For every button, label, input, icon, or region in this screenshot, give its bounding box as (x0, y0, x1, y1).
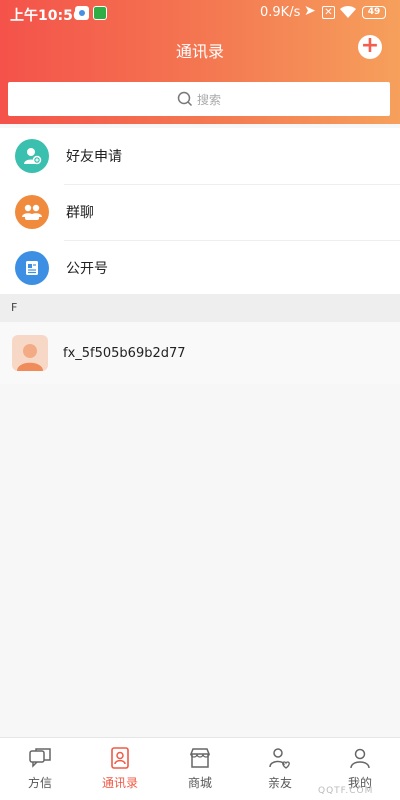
app-notification-icon (75, 6, 89, 20)
status-time: 上午10:56 (10, 8, 83, 24)
header: 上午10:56 0.9K/s ➤ ✕ 49 通讯录 + 搜索 (0, 0, 400, 124)
app-notification-icon-2 (93, 6, 107, 20)
chat-icon (29, 748, 51, 768)
tab-label: 通讯录 (101, 776, 138, 790)
menu-item-label: 公开号 (66, 261, 108, 277)
contact-row[interactable]: fx_5f505b69b2d77 (0, 322, 400, 384)
tab-label: 商城 (187, 776, 212, 790)
store-icon (189, 748, 211, 768)
relatives-icon (269, 748, 290, 769)
section-header: F (0, 294, 400, 322)
tab-messages[interactable]: 方信 (0, 738, 80, 800)
tab-store[interactable]: 商城 (160, 738, 240, 800)
profile-icon (350, 748, 370, 769)
public-account-icon (15, 251, 49, 285)
menu-list: 好友申请 群聊 公开号 (0, 128, 400, 296)
menu-item-label: 好友申请 (66, 149, 122, 165)
status-bar: 上午10:56 0.9K/s ➤ ✕ 49 (0, 0, 400, 26)
tab-label: 方信 (27, 776, 52, 790)
menu-item-group-chat[interactable]: 群聊 (0, 184, 400, 240)
search-input[interactable]: 搜索 (8, 82, 390, 116)
page-title: 通讯录 (175, 42, 224, 61)
menu-item-friend-request[interactable]: 好友申请 (0, 128, 400, 184)
menu-item-label: 群聊 (66, 205, 94, 221)
contact-name: fx_5f505b69b2d77 (63, 345, 186, 361)
network-speed: 0.9K/s (260, 5, 301, 20)
add-contact-button[interactable]: + (358, 35, 382, 59)
location-icon: ➤ (304, 3, 316, 19)
tab-label: 亲友 (267, 776, 292, 790)
tab-relatives[interactable]: 亲友 (240, 738, 320, 800)
search-placeholder: 搜索 (196, 92, 221, 107)
tab-contacts[interactable]: 通讯录 (80, 738, 160, 800)
wifi-icon (340, 5, 356, 18)
search-icon (177, 91, 193, 107)
user-avatar-icon (12, 335, 48, 371)
group-chat-icon (15, 195, 49, 229)
contacts-icon (111, 747, 129, 769)
battery-icon: 49 (362, 6, 386, 19)
no-sim-icon: ✕ (322, 6, 335, 19)
watermark: QQTF.COM (318, 786, 374, 796)
friend-request-icon (15, 139, 49, 173)
menu-item-public-account[interactable]: 公开号 (0, 240, 400, 296)
